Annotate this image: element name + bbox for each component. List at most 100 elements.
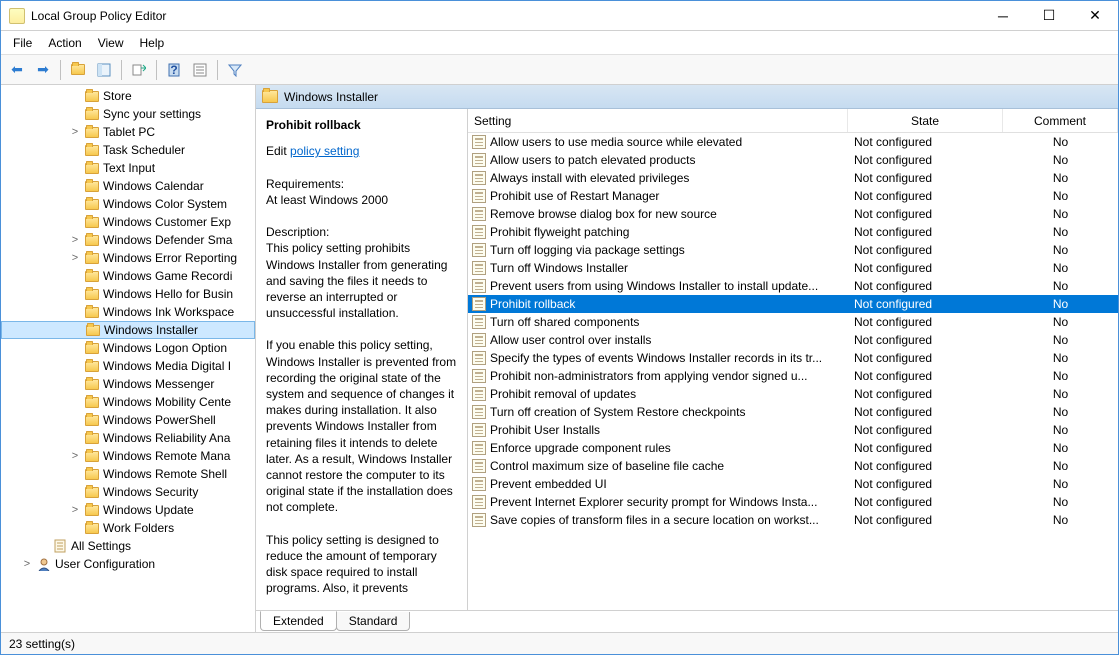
setting-row[interactable]: Prevent Internet Explorer security promp… [468, 493, 1118, 511]
setting-row[interactable]: Prohibit User InstallsNot configuredNo [468, 421, 1118, 439]
tree-item[interactable]: All Settings [1, 537, 255, 555]
setting-row[interactable]: Specify the types of events Windows Inst… [468, 349, 1118, 367]
expand-icon[interactable]: > [69, 450, 81, 462]
expand-icon[interactable]: > [69, 504, 81, 516]
tree-item[interactable]: > Windows Update [1, 501, 255, 519]
properties-button[interactable] [188, 58, 212, 82]
menu-view[interactable]: View [90, 34, 132, 52]
setting-row[interactable]: Turn off shared componentsNot configured… [468, 313, 1118, 331]
setting-row[interactable]: Prohibit flyweight patchingNot configure… [468, 223, 1118, 241]
expand-icon[interactable]: > [21, 558, 33, 570]
tree-item[interactable]: Windows PowerShell [1, 411, 255, 429]
tree-item[interactable]: Windows Customer Exp [1, 213, 255, 231]
tab-extended[interactable]: Extended [260, 611, 337, 631]
folder-icon [84, 486, 100, 499]
setting-row[interactable]: Prevent embedded UINot configuredNo [468, 475, 1118, 493]
setting-row[interactable]: Allow users to patch elevated productsNo… [468, 151, 1118, 169]
column-comment[interactable]: Comment [1003, 109, 1118, 132]
filter-button[interactable] [223, 58, 247, 82]
export-button[interactable] [127, 58, 151, 82]
tree-item[interactable]: Windows Calendar [1, 177, 255, 195]
expand-icon[interactable]: > [69, 252, 81, 264]
tree-item[interactable]: >User Configuration [1, 555, 255, 573]
close-button[interactable]: ✕ [1072, 1, 1118, 30]
setting-row[interactable]: Prohibit use of Restart ManagerNot confi… [468, 187, 1118, 205]
setting-row[interactable]: Always install with elevated privilegesN… [468, 169, 1118, 187]
tab-standard[interactable]: Standard [336, 612, 411, 631]
setting-state: Not configured [848, 513, 1003, 527]
minimize-button[interactable]: ─ [980, 1, 1026, 30]
setting-icon [472, 225, 486, 239]
setting-row[interactable]: Prohibit rollbackNot configuredNo [468, 295, 1118, 313]
tree-item[interactable]: >Tablet PC [1, 123, 255, 141]
app-window: Local Group Policy Editor ─ ☐ ✕ File Act… [0, 0, 1119, 655]
tree-item[interactable]: Windows Installer [1, 321, 255, 339]
setting-row[interactable]: Allow users to use media source while el… [468, 133, 1118, 151]
tree-item[interactable]: Windows Security [1, 483, 255, 501]
setting-row[interactable]: Allow user control over installsNot conf… [468, 331, 1118, 349]
tree-item[interactable]: >Windows Error Reporting [1, 249, 255, 267]
setting-icon [472, 315, 486, 329]
up-folder-button[interactable] [66, 58, 90, 82]
maximize-button[interactable]: ☐ [1026, 1, 1072, 30]
setting-row[interactable]: Control maximum size of baseline file ca… [468, 457, 1118, 475]
policy-setting-link[interactable]: policy setting [290, 144, 359, 158]
tree-item[interactable]: Windows Messenger [1, 375, 255, 393]
setting-row[interactable]: Prohibit non-administrators from applyin… [468, 367, 1118, 385]
tree-item[interactable]: Windows Media Digital I [1, 357, 255, 375]
tree-item-label: Text Input [103, 161, 155, 175]
tree-item[interactable]: >Windows Defender Sma [1, 231, 255, 249]
tree-item[interactable]: Windows Color System [1, 195, 255, 213]
setting-state: Not configured [848, 405, 1003, 419]
forward-button[interactable]: ➡ [31, 58, 55, 82]
expand-icon[interactable]: > [69, 234, 81, 246]
tree-item[interactable]: Windows Remote Shell [1, 465, 255, 483]
back-button[interactable]: ⬅ [5, 58, 29, 82]
setting-icon [472, 405, 486, 419]
folder-icon [84, 108, 100, 121]
settings-list[interactable]: Setting State Comment Allow users to use… [468, 109, 1118, 610]
setting-row[interactable]: Turn off Windows InstallerNot configured… [468, 259, 1118, 277]
setting-row[interactable]: Prevent users from using Windows Install… [468, 277, 1118, 295]
setting-row[interactable]: Enforce upgrade component rulesNot confi… [468, 439, 1118, 457]
expand-icon[interactable]: > [69, 126, 81, 138]
tree-item[interactable]: Task Scheduler [1, 141, 255, 159]
setting-row[interactable]: Prohibit removal of updatesNot configure… [468, 385, 1118, 403]
list-header: Setting State Comment [468, 109, 1118, 133]
tree-item[interactable]: Windows Hello for Busin [1, 285, 255, 303]
setting-row[interactable]: Turn off logging via package settingsNot… [468, 241, 1118, 259]
tree-item[interactable]: Windows Game Recordi [1, 267, 255, 285]
column-state[interactable]: State [848, 109, 1003, 132]
tree-item[interactable]: Windows Mobility Cente [1, 393, 255, 411]
tree-item-label: Windows Mobility Cente [103, 395, 231, 409]
titlebar[interactable]: Local Group Policy Editor ─ ☐ ✕ [1, 1, 1118, 31]
column-setting[interactable]: Setting [468, 109, 848, 132]
setting-state: Not configured [848, 477, 1003, 491]
tree-item-label: Windows Update [103, 503, 194, 517]
setting-row[interactable]: Remove browse dialog box for new sourceN… [468, 205, 1118, 223]
menu-file[interactable]: File [5, 34, 40, 52]
tree-item[interactable]: Text Input [1, 159, 255, 177]
help-button[interactable]: ? [162, 58, 186, 82]
tree-item[interactable]: Windows Ink Workspace [1, 303, 255, 321]
tree-item[interactable]: Windows Reliability Ana [1, 429, 255, 447]
folder-icon [84, 234, 100, 247]
tree-item[interactable]: Store [1, 87, 255, 105]
tree-item[interactable]: Sync your settings [1, 105, 255, 123]
setting-row[interactable]: Turn off creation of System Restore chec… [468, 403, 1118, 421]
show-hide-tree-button[interactable] [92, 58, 116, 82]
setting-state: Not configured [848, 153, 1003, 167]
setting-comment: No [1003, 477, 1118, 491]
setting-row[interactable]: Save copies of transform files in a secu… [468, 511, 1118, 529]
setting-name: Always install with elevated privileges [490, 171, 689, 185]
tree-item[interactable]: Work Folders [1, 519, 255, 537]
tree-item-label: Store [103, 89, 132, 103]
tree-item[interactable]: Windows Logon Option [1, 339, 255, 357]
menu-action[interactable]: Action [40, 34, 89, 52]
tree-pane[interactable]: Store Sync your settings>Tablet PCTask Sc… [1, 85, 256, 632]
setting-name: Specify the types of events Windows Inst… [490, 351, 822, 365]
tree-item-label: Windows Customer Exp [103, 215, 231, 229]
tree-item[interactable]: >Windows Remote Mana [1, 447, 255, 465]
tree-item-label: Windows Logon Option [103, 341, 227, 355]
menu-help[interactable]: Help [132, 34, 173, 52]
